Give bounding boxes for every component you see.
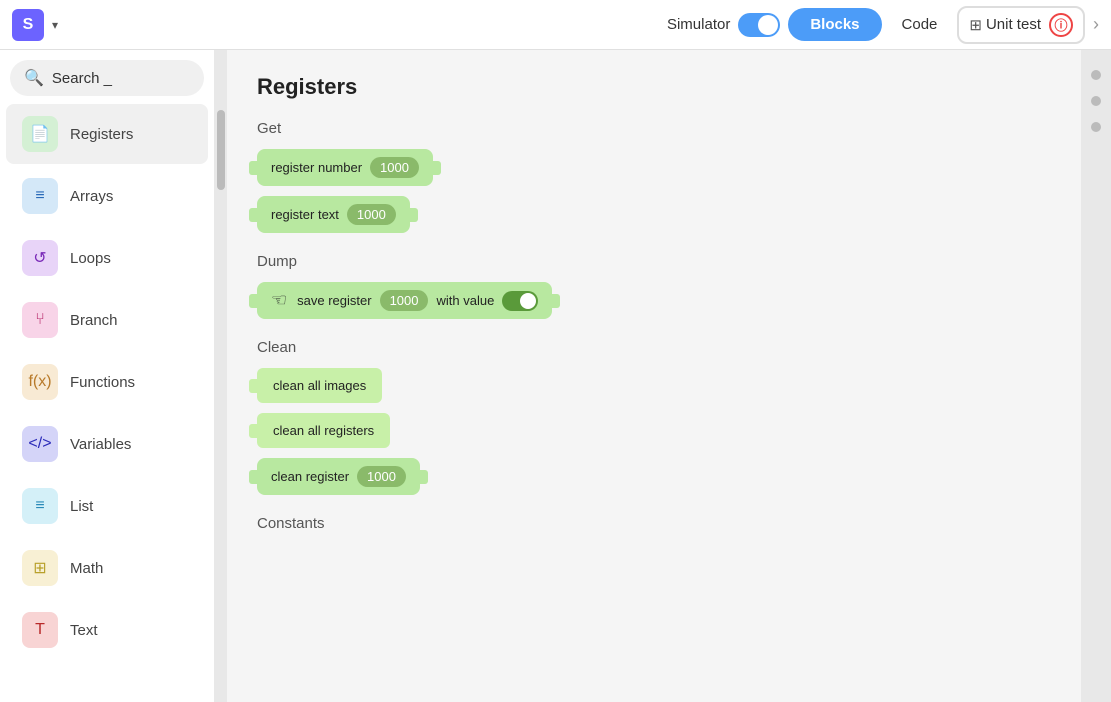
right-panel-dot xyxy=(1091,70,1101,80)
sidebar-label-list: List xyxy=(70,498,93,515)
list-icon: ≡ xyxy=(22,488,58,524)
sidebar-label-variables: Variables xyxy=(70,436,131,453)
logo-chevron[interactable]: ▾ xyxy=(52,18,58,32)
right-panel-dot xyxy=(1091,122,1101,132)
loops-icon: ↺ xyxy=(22,240,58,276)
arrays-icon: ≡ xyxy=(22,178,58,214)
sidebar-item-list[interactable]: ≡ List xyxy=(6,476,208,536)
section-label-clean: Clean xyxy=(257,339,1051,356)
block-save-reg[interactable]: ☜ save register 1000 with value xyxy=(257,282,552,319)
block-text-clean-register-000: clean register xyxy=(271,469,349,484)
block-row-reg-text: register text 1000 xyxy=(257,196,1051,233)
block-toggle-save-reg[interactable] xyxy=(502,291,538,311)
section-label-dump: Dump xyxy=(257,253,1051,270)
block-pill-reg-number[interactable]: 1000 xyxy=(370,157,419,178)
block-pill-clean-register-000[interactable]: 1000 xyxy=(357,466,406,487)
section-dump: Dump ☜ save register 1000 with value xyxy=(257,253,1051,319)
simulator-section: Simulator Blocks Code xyxy=(667,8,949,41)
content-area: Registers Getregister number1000register… xyxy=(227,50,1081,702)
text-icon: T xyxy=(22,612,58,648)
block-clean-register-000[interactable]: clean register 1000 xyxy=(257,458,420,495)
section-clean: Clean clean all images clean all registers… xyxy=(257,339,1051,495)
block-row-clean-register-000: clean register 1000 xyxy=(257,458,1051,495)
section-label-get: Get xyxy=(257,120,1051,137)
block-text-reg-text: register text xyxy=(271,207,339,222)
sidebar-label-registers: Registers xyxy=(70,126,133,143)
unit-test-label: Unit test xyxy=(986,16,1041,33)
block-clean-all-registers[interactable]: clean all registers xyxy=(257,413,390,448)
sidebar-scroll: 📄 Registers ≡ Arrays ↺ Loops ⑂ Branch f(x) Functi… xyxy=(0,102,214,702)
search-input[interactable] xyxy=(52,70,190,87)
section-constants: Constants xyxy=(257,515,1051,532)
block-extra-save-reg: with value xyxy=(436,293,494,308)
block-pill-reg-text[interactable]: 1000 xyxy=(347,204,396,225)
sidebar-item-registers[interactable]: 📄 Registers xyxy=(6,104,208,164)
block-text-reg-number: register number xyxy=(271,160,362,175)
block-pill-save-reg[interactable]: 1000 xyxy=(380,290,429,311)
sidebar-item-text[interactable]: T Text xyxy=(6,600,208,660)
sidebar: 🔍 📄 Registers ≡ Arrays ↺ Loops ⑂ Branch f(x) Func… xyxy=(0,50,215,702)
search-bar[interactable]: 🔍 xyxy=(10,60,204,96)
unit-test-container[interactable]: ⊞ Unit test ⓘ xyxy=(957,6,1085,44)
sidebar-item-variables[interactable]: </> Variables xyxy=(6,414,208,474)
info-button[interactable]: ⓘ xyxy=(1049,13,1073,37)
scroll-thumb xyxy=(217,110,225,190)
block-row-clean-all-images: clean all images xyxy=(257,368,1051,403)
sidebar-item-loops[interactable]: ↺ Loops xyxy=(6,228,208,288)
main-area: 🔍 📄 Registers ≡ Arrays ↺ Loops ⑂ Branch f(x) Func… xyxy=(0,50,1111,702)
math-icon: ⊞ xyxy=(22,550,58,586)
sidebar-item-functions[interactable]: f(x) Functions xyxy=(6,352,208,412)
middle-scrollbar[interactable] xyxy=(215,50,227,702)
block-row-save-reg: ☜ save register 1000 with value xyxy=(257,282,1051,319)
block-reg-text[interactable]: register text 1000 xyxy=(257,196,410,233)
sidebar-label-arrays: Arrays xyxy=(70,188,113,205)
block-text-save-reg: save register xyxy=(297,293,371,308)
logo-text: S xyxy=(23,16,34,34)
code-button[interactable]: Code xyxy=(890,8,950,41)
section-label-constants: Constants xyxy=(257,515,1051,532)
sidebar-item-math[interactable]: ⊞ Math xyxy=(6,538,208,598)
variables-icon: </> xyxy=(22,426,58,462)
block-reg-number[interactable]: register number 1000 xyxy=(257,149,433,186)
sidebar-item-branch[interactable]: ⑂ Branch xyxy=(6,290,208,350)
block-text-clean-all-registers: clean all registers xyxy=(273,423,374,438)
functions-icon: f(x) xyxy=(22,364,58,400)
logo[interactable]: S xyxy=(12,9,44,41)
sidebar-item-arrays[interactable]: ≡ Arrays xyxy=(6,166,208,226)
content-title: Registers xyxy=(257,74,1051,100)
cursor-hand-indicator: ☜ xyxy=(271,290,287,311)
registers-icon: 📄 xyxy=(22,116,58,152)
branch-icon: ⑂ xyxy=(22,302,58,338)
simulator-toggle[interactable] xyxy=(738,13,780,37)
search-icon: 🔍 xyxy=(24,68,44,88)
topbar: S ▾ Simulator Blocks Code ⊞ Unit test ⓘ … xyxy=(0,0,1111,50)
section-get: Get register number 1000 register text 1000 xyxy=(257,120,1051,233)
block-clean-all-images[interactable]: clean all images xyxy=(257,368,382,403)
simulator-label: Simulator xyxy=(667,16,730,33)
sidebar-label-branch: Branch xyxy=(70,312,118,329)
sidebar-label-loops: Loops xyxy=(70,250,111,267)
expand-icon[interactable]: › xyxy=(1093,14,1099,35)
block-row-reg-number: register number 1000 xyxy=(257,149,1051,186)
block-row-clean-all-registers: clean all registers xyxy=(257,413,1051,448)
blocks-button[interactable]: Blocks xyxy=(788,8,881,41)
sidebar-label-text: Text xyxy=(70,622,98,639)
unit-test-grid-icon: ⊞ xyxy=(969,16,982,34)
toggle-knob xyxy=(758,15,778,35)
right-panel xyxy=(1081,50,1111,702)
sidebar-label-functions: Functions xyxy=(70,374,135,391)
block-text-clean-all-images: clean all images xyxy=(273,378,366,393)
sidebar-label-math: Math xyxy=(70,560,103,577)
right-panel-dot xyxy=(1091,96,1101,106)
